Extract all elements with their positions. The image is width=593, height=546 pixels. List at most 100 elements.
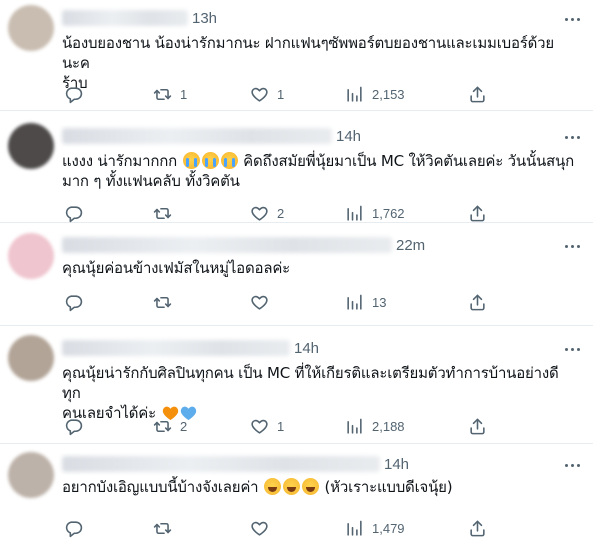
view-count: 2,153: [372, 86, 405, 102]
share-button[interactable]: [468, 292, 487, 312]
blurred-username[interactable]: [62, 128, 332, 144]
heart-icon: [251, 295, 268, 310]
view-count: 1,762: [372, 205, 405, 221]
action-bar: 1,479: [56, 518, 496, 538]
reply-button[interactable]: [64, 518, 83, 538]
more-options-icon[interactable]: [561, 130, 583, 144]
reply-item[interactable]: 14h อยากบังเอิญแบบนี้บ้างจังเลยค่า (หัวเ…: [0, 444, 593, 546]
reply-text: อยากบังเอิญแบบนี้บ้างจังเลยค่า (หัวเราะแ…: [62, 477, 574, 497]
retweet-icon: [153, 522, 172, 534]
retweet-button[interactable]: [153, 203, 180, 223]
timestamp[interactable]: 14h: [294, 340, 319, 357]
view-count: 13: [372, 294, 387, 310]
heart-icon: [251, 87, 268, 102]
views-button[interactable]: 2,188: [345, 416, 405, 436]
reply-header: 13h: [62, 8, 217, 28]
retweet-icon: [153, 296, 172, 308]
reply-button[interactable]: [64, 203, 83, 223]
reply-header: 22m: [62, 235, 425, 255]
reply-icon: [65, 205, 83, 222]
retweet-button[interactable]: 2: [153, 416, 187, 436]
grinning-squinting-face-icon: [301, 478, 319, 495]
avatar[interactable]: [8, 452, 54, 498]
share-button[interactable]: [468, 84, 487, 104]
heart-icon: [251, 419, 268, 434]
reply-item[interactable]: 14h คุณนุ้ยน่ารักกับศิลปินทุกคน เป็น MC …: [0, 326, 593, 444]
retweet-button[interactable]: [153, 518, 180, 538]
timestamp[interactable]: 14h: [384, 456, 409, 473]
loudly-crying-face-icon: [220, 152, 238, 169]
reply-text-part: คุณนุ้ยน่ารักกับศิลปินทุกคน เป็น MC ที่ใ…: [62, 364, 559, 422]
timestamp[interactable]: 13h: [192, 10, 217, 27]
analytics-icon: [347, 86, 362, 102]
views-button[interactable]: 1,479: [345, 518, 405, 538]
reply-header: 14h: [62, 126, 361, 146]
view-count: 1,479: [372, 520, 405, 536]
retweet-button[interactable]: [153, 292, 180, 312]
action-bar: 13: [56, 292, 496, 312]
grinning-squinting-face-icon: [282, 478, 300, 495]
action-bar: 2 1,762: [56, 203, 496, 223]
retweet-button[interactable]: 1: [153, 84, 187, 104]
views-button[interactable]: 13: [345, 292, 386, 312]
like-button[interactable]: [250, 292, 277, 312]
blurred-username[interactable]: [62, 456, 380, 472]
share-button[interactable]: [468, 203, 487, 223]
reply-item[interactable]: 14h แงงง น่ารักมากกก คิดถึงสมัยพี่นุ้ยมา…: [0, 111, 593, 223]
reply-button[interactable]: [64, 416, 83, 436]
reply-button[interactable]: [64, 84, 83, 104]
heart-icon: [251, 206, 268, 221]
avatar[interactable]: [8, 5, 54, 51]
reply-icon: [65, 418, 83, 435]
views-button[interactable]: 2,153: [345, 84, 405, 104]
blurred-username[interactable]: [62, 340, 290, 356]
reply-button[interactable]: [64, 292, 83, 312]
like-button[interactable]: 1: [250, 416, 284, 436]
loudly-crying-face-icon: [182, 152, 200, 169]
like-button[interactable]: [250, 518, 277, 538]
reply-header: 14h: [62, 454, 409, 474]
analytics-icon: [347, 205, 362, 221]
share-button[interactable]: [468, 416, 487, 436]
share-button[interactable]: [468, 518, 487, 538]
more-options-icon[interactable]: [561, 12, 583, 26]
reply-icon: [65, 294, 83, 311]
reply-icon: [65, 520, 83, 537]
reply-text-part: อยากบังเอิญแบบนี้บ้างจังเลยค่า: [62, 478, 263, 496]
analytics-icon: [347, 418, 362, 434]
blurred-username[interactable]: [62, 237, 392, 253]
views-button[interactable]: 1,762: [345, 203, 405, 223]
retweet-icon: [153, 420, 172, 432]
grinning-squinting-face-icon: [263, 478, 281, 495]
loudly-crying-face-icon: [201, 152, 219, 169]
share-icon: [470, 294, 485, 310]
like-button[interactable]: 2: [250, 203, 284, 223]
avatar[interactable]: [8, 123, 54, 169]
view-count: 2,188: [372, 418, 405, 434]
retweet-count: 2: [180, 418, 188, 434]
reply-header: 14h: [62, 338, 319, 358]
retweet-icon: [153, 207, 172, 219]
more-options-icon[interactable]: [561, 239, 583, 253]
like-count: 2: [277, 205, 285, 221]
blurred-username[interactable]: [62, 10, 188, 26]
avatar[interactable]: [8, 233, 54, 279]
reply-text-part: แงงง น่ารักมากกก: [62, 152, 182, 170]
timestamp[interactable]: 22m: [396, 237, 425, 254]
analytics-icon: [347, 294, 362, 310]
reply-text: แงงง น่ารักมากกก คิดถึงสมัยพี่นุ้ยมาเป็น…: [62, 151, 574, 191]
timestamp[interactable]: 14h: [336, 128, 361, 145]
more-options-icon[interactable]: [561, 342, 583, 356]
avatar[interactable]: [8, 335, 54, 381]
reply-text: คุณนุ้ยน่ารักกับศิลปินทุกคน เป็น MC ที่ใ…: [62, 363, 574, 423]
share-icon: [470, 86, 485, 102]
reply-item[interactable]: 13h น้องบยองชาน น้องน่ารักมากนะ ฝากแฟนๆซ…: [0, 0, 593, 111]
reply-item[interactable]: 22m คุณนุ้ยค่อนข้างเฟมัสในหมู่ไอดอลค่ะ 1…: [0, 223, 593, 326]
heart-icon: [251, 521, 268, 536]
more-options-icon[interactable]: [561, 458, 583, 472]
like-button[interactable]: 1: [250, 84, 284, 104]
like-count: 1: [277, 418, 285, 434]
action-bar: 1 1 2,153: [56, 84, 496, 104]
share-icon: [470, 205, 485, 221]
action-bar: 2 1 2,188: [56, 416, 496, 436]
